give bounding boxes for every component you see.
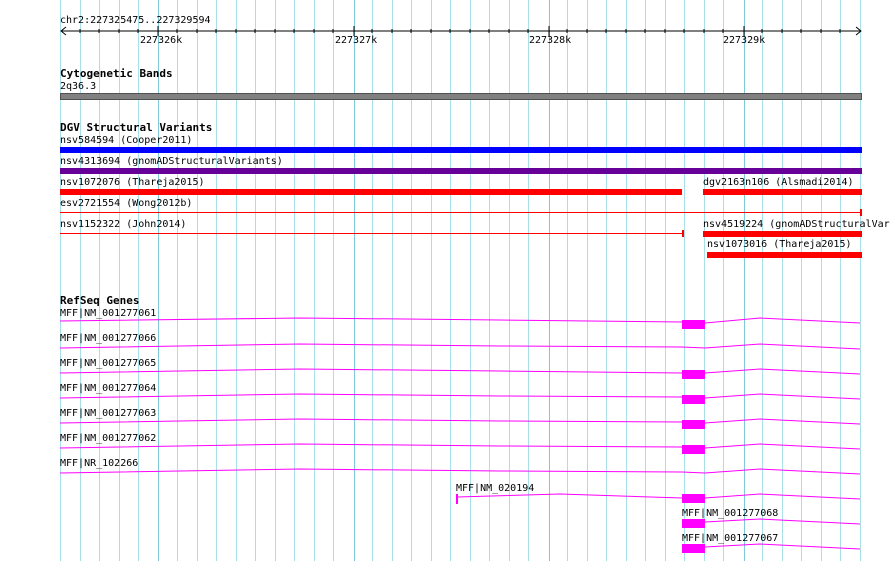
gene-exon <box>682 519 705 528</box>
gene-intron <box>59 393 861 400</box>
gene-exon <box>682 320 705 329</box>
gene-intron <box>682 543 861 550</box>
gene-intron <box>456 493 861 500</box>
gene-exon <box>682 544 705 553</box>
gene-intron <box>682 518 861 525</box>
gene-intron <box>59 317 861 324</box>
gene-intron <box>59 443 861 450</box>
gene-models <box>59 317 861 553</box>
gene-intron <box>59 343 861 350</box>
gene-exon <box>456 494 458 504</box>
gene-exon <box>682 420 705 429</box>
genome-browser-view: chr2:227325475..227329594 227326k 227327… <box>0 0 890 561</box>
gene-exon <box>682 395 705 404</box>
gene-exon <box>682 445 705 454</box>
gene-exon <box>682 370 705 379</box>
gene-exon <box>682 494 705 503</box>
gene-intron <box>59 418 861 425</box>
gene-intron <box>59 368 861 375</box>
gene-intron <box>59 468 861 475</box>
